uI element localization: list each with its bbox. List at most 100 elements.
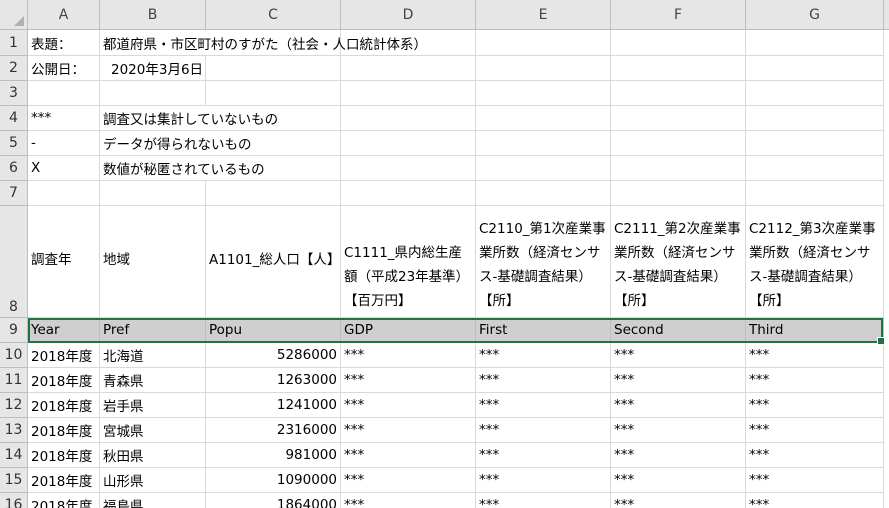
data-cell-b10[interactable]: 北海道: [100, 343, 206, 368]
legend-symbol-cell[interactable]: -: [28, 131, 100, 156]
row-header-16[interactable]: 16: [0, 493, 28, 508]
data-cell-d10[interactable]: ***: [341, 343, 476, 368]
data-cell-e16[interactable]: ***: [476, 493, 611, 508]
data-cell-c10[interactable]: 5286000: [206, 343, 341, 368]
column-header-b[interactable]: B: [100, 0, 206, 30]
row-header-3[interactable]: 3: [0, 81, 28, 106]
row-header-2[interactable]: 2: [0, 56, 28, 81]
row-header-8[interactable]: 8: [0, 206, 28, 318]
cell-c2[interactable]: [206, 56, 341, 81]
cell-d7[interactable]: [341, 181, 476, 206]
data-cell-g16[interactable]: ***: [746, 493, 884, 508]
select-all-corner[interactable]: [0, 0, 28, 30]
column-title-c[interactable]: A1101_総人口【人】: [206, 206, 341, 318]
data-cell-d11[interactable]: ***: [341, 368, 476, 393]
field-name-e[interactable]: First: [476, 318, 611, 343]
data-cell-f11[interactable]: ***: [611, 368, 746, 393]
column-header-d[interactable]: D: [341, 0, 476, 30]
row-header-13[interactable]: 13: [0, 418, 28, 443]
cell-g7[interactable]: [746, 181, 884, 206]
row-header-10[interactable]: 10: [0, 343, 28, 368]
cell-a3[interactable]: [28, 81, 100, 106]
row-header-4[interactable]: 4: [0, 106, 28, 131]
cell-d4[interactable]: [341, 106, 476, 131]
row-header-15[interactable]: 15: [0, 468, 28, 493]
data-cell-g11[interactable]: ***: [746, 368, 884, 393]
data-cell-g13[interactable]: ***: [746, 418, 884, 443]
cell-a7[interactable]: [28, 181, 100, 206]
column-title-d[interactable]: C1111_県内総生産額（平成23年基準）【百万円】: [341, 206, 476, 318]
cell-f4[interactable]: [611, 106, 746, 131]
column-title-g[interactable]: C2112_第3次産業事業所数（経済センサス‐基礎調査結果）【所】: [746, 206, 884, 318]
row-header-6[interactable]: 6: [0, 156, 28, 181]
cell-e6[interactable]: [476, 156, 611, 181]
field-name-c[interactable]: Popu: [206, 318, 341, 343]
legend-meaning-cell[interactable]: 数値が秘匿されているもの: [100, 156, 265, 181]
cell-f3[interactable]: [611, 81, 746, 106]
data-cell-b11[interactable]: 青森県: [100, 368, 206, 393]
data-cell-a11[interactable]: 2018年度: [28, 368, 100, 393]
cell-f5[interactable]: [611, 131, 746, 156]
data-cell-g10[interactable]: ***: [746, 343, 884, 368]
data-cell-e10[interactable]: ***: [476, 343, 611, 368]
data-cell-e15[interactable]: ***: [476, 468, 611, 493]
cell-g3[interactable]: [746, 81, 884, 106]
data-cell-b13[interactable]: 宮城県: [100, 418, 206, 443]
data-cell-g12[interactable]: ***: [746, 393, 884, 418]
column-title-b[interactable]: 地域: [100, 206, 206, 318]
data-cell-a13[interactable]: 2018年度: [28, 418, 100, 443]
data-cell-c14[interactable]: 981000: [206, 443, 341, 468]
data-cell-e14[interactable]: ***: [476, 443, 611, 468]
cell-e5[interactable]: [476, 131, 611, 156]
data-cell-e13[interactable]: ***: [476, 418, 611, 443]
data-cell-a16[interactable]: 2018年度: [28, 493, 100, 508]
data-cell-d16[interactable]: ***: [341, 493, 476, 508]
row-header-1[interactable]: 1: [0, 30, 28, 56]
cell-b7[interactable]: [100, 181, 206, 206]
data-cell-c11[interactable]: 1263000: [206, 368, 341, 393]
row-header-11[interactable]: 11: [0, 368, 28, 393]
cell-d5[interactable]: [341, 131, 476, 156]
data-cell-b12[interactable]: 岩手県: [100, 393, 206, 418]
data-cell-a10[interactable]: 2018年度: [28, 343, 100, 368]
column-header-a[interactable]: A: [28, 0, 100, 30]
row-header-12[interactable]: 12: [0, 393, 28, 418]
cell-e7[interactable]: [476, 181, 611, 206]
column-header-g[interactable]: G: [746, 0, 884, 30]
field-name-a[interactable]: Year: [28, 318, 100, 343]
cell-g5[interactable]: [746, 131, 884, 156]
data-cell-a15[interactable]: 2018年度: [28, 468, 100, 493]
cell-c3[interactable]: [206, 81, 341, 106]
field-name-d[interactable]: GDP: [341, 318, 476, 343]
data-cell-f13[interactable]: ***: [611, 418, 746, 443]
column-header-next[interactable]: [884, 0, 889, 30]
cell-g1[interactable]: [746, 30, 884, 56]
data-cell-e12[interactable]: ***: [476, 393, 611, 418]
cell-g6[interactable]: [746, 156, 884, 181]
title-value-cell[interactable]: 都道府県・市区町村のすがた（社会・人口統計体系）: [100, 30, 427, 56]
data-cell-c16[interactable]: 1864000: [206, 493, 341, 508]
data-cell-g15[interactable]: ***: [746, 468, 884, 493]
data-cell-b16[interactable]: 福島県: [100, 493, 206, 508]
data-cell-d13[interactable]: ***: [341, 418, 476, 443]
column-header-f[interactable]: F: [611, 0, 746, 30]
column-title-f[interactable]: C2111_第2次産業事業所数（経済センサス‐基礎調査結果）【所】: [611, 206, 746, 318]
row-header-7[interactable]: 7: [0, 181, 28, 206]
published-label-cell[interactable]: 公開日：: [28, 56, 100, 81]
column-header-c[interactable]: C: [206, 0, 341, 30]
row-header-9[interactable]: 9: [0, 318, 28, 343]
column-title-a[interactable]: 調査年: [28, 206, 100, 318]
data-cell-f15[interactable]: ***: [611, 468, 746, 493]
cell-d2[interactable]: [341, 56, 476, 81]
data-cell-f14[interactable]: ***: [611, 443, 746, 468]
cell-g2[interactable]: [746, 56, 884, 81]
row-header-5[interactable]: 5: [0, 131, 28, 156]
field-name-b[interactable]: Pref: [100, 318, 206, 343]
published-value-cell[interactable]: 2020年3月6日: [100, 56, 206, 81]
data-cell-f10[interactable]: ***: [611, 343, 746, 368]
data-cell-d15[interactable]: ***: [341, 468, 476, 493]
data-cell-c13[interactable]: 2316000: [206, 418, 341, 443]
data-cell-b14[interactable]: 秋田県: [100, 443, 206, 468]
spreadsheet-grid[interactable]: ABCDEFG 1 2 3 4 5 6 7 8 9 10 11 12 13 14 15 16 表題： 都道府県・…: [0, 0, 889, 508]
data-cell-b15[interactable]: 山形県: [100, 468, 206, 493]
